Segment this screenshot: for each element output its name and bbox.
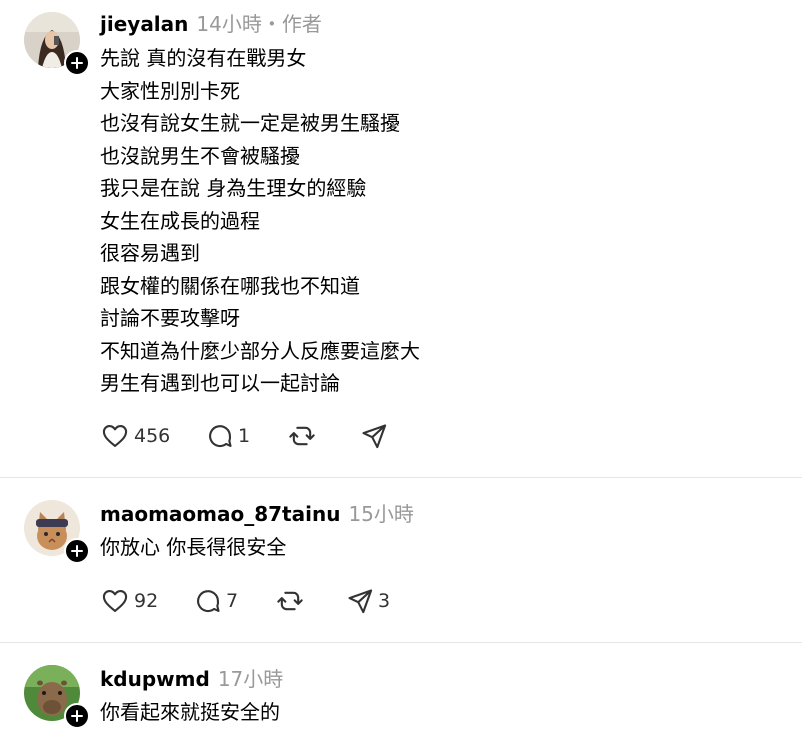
post-text-line: 女生在成長的過程 — [100, 208, 260, 233]
follow-button[interactable] — [64, 703, 90, 729]
post-text-line: 男生有遇到也可以一起討論 — [100, 371, 340, 395]
share-button[interactable] — [360, 422, 392, 450]
post-text-line: 不知道為什麼少部分人反應要這麼大 — [100, 338, 420, 363]
comment-icon — [197, 590, 220, 612]
heart-icon — [102, 425, 128, 447]
repost-icon — [277, 591, 303, 611]
post-text-line: 我只是在說 身為生理女的經驗 — [100, 176, 367, 200]
divider — [0, 477, 802, 478]
follow-button[interactable] — [64, 50, 90, 76]
share-icon — [362, 424, 387, 449]
heart-icon — [102, 590, 128, 612]
share-icon — [348, 589, 373, 614]
reply-button[interactable]: 7 — [194, 587, 238, 615]
plus-icon — [71, 57, 83, 69]
like-button[interactable]: 456 — [100, 422, 170, 450]
post-text-line: 很容易遇到 — [100, 241, 200, 265]
avatar[interactable] — [24, 665, 90, 729]
like-count: 456 — [134, 425, 171, 447]
repost-button[interactable] — [288, 422, 320, 450]
post-body: 先說 真的沒有在戰男女 大家性別別卡死 也沒有說女生就一定是被男生騷擾 也沒說男… — [100, 42, 420, 400]
post-text-line: 討論不要攻擊呀 — [100, 306, 240, 330]
post-text-line: 大家性別別卡死 — [100, 78, 240, 103]
follow-button[interactable] — [64, 538, 90, 564]
reply-button[interactable]: 1 — [206, 422, 250, 450]
post-time: 14小時 — [196, 12, 262, 36]
like-count: 92 — [134, 590, 159, 612]
comment-icon — [209, 425, 232, 447]
repost-button[interactable] — [276, 587, 308, 615]
post-body: 你放心 你長得很安全 — [100, 531, 286, 564]
post-text-line: 也沒有說女生就一定是被男生騷擾 — [100, 111, 400, 135]
username[interactable]: kdupwmd — [100, 667, 210, 691]
post-text-line: 跟女權的關係在哪我也不知道 — [100, 273, 360, 298]
reply-count: 1 — [238, 425, 251, 447]
username[interactable]: maomaomao_87tainu — [100, 502, 340, 526]
plus-icon — [71, 545, 83, 557]
post-header: kdupwmd 17小時 — [100, 663, 283, 692]
post-time: 17小時 — [217, 667, 284, 691]
username[interactable]: jieyalan — [100, 12, 188, 36]
post-text-line: 也沒說男生不會被騷擾 — [100, 143, 300, 168]
post-text-line: 先說 真的沒有在戰男女 — [100, 46, 307, 70]
post-text-line: 你看起來就挺安全的 — [100, 700, 280, 724]
post-time: 15小時 — [348, 502, 414, 526]
plus-icon — [71, 710, 83, 722]
post-text-line: 你放心 你長得很安全 — [100, 535, 287, 559]
author-tag: ・作者 — [261, 12, 322, 36]
repost-icon — [289, 426, 315, 446]
avatar[interactable] — [24, 12, 90, 76]
avatar[interactable] — [24, 500, 90, 564]
like-button[interactable]: 92 — [100, 587, 158, 615]
post-header: jieyalan 14小時 ・作者 — [100, 8, 322, 37]
reply-count: 7 — [226, 590, 239, 612]
post-body: 你看起來就挺安全的 — [100, 696, 280, 729]
share-button[interactable]: 3 — [346, 587, 390, 615]
post-header: maomaomao_87tainu 15小時 — [100, 498, 414, 527]
divider — [0, 642, 802, 643]
share-count: 3 — [378, 590, 391, 612]
